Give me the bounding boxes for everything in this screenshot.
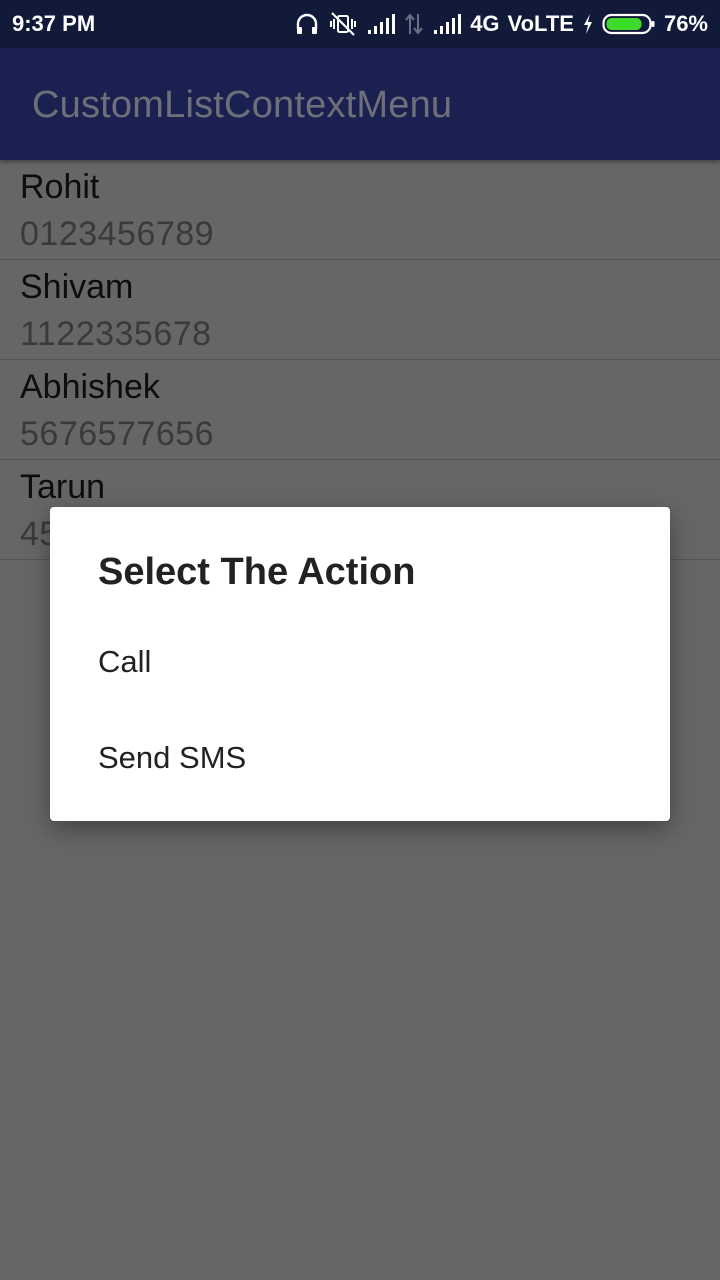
contact-list: Rohit 0123456789 Shivam 1122335678 Abhis… — [0, 160, 720, 560]
network-type: 4G — [470, 11, 500, 36]
send-sms-option[interactable]: Send SMS — [50, 710, 670, 806]
contact-name: Shivam — [20, 268, 134, 306]
contact-phone: 0123456789 — [20, 215, 215, 253]
list-item[interactable]: Rohit 0123456789 — [0, 160, 720, 260]
contact-phone: 1122335678 — [20, 315, 212, 353]
signal-icon — [366, 12, 396, 36]
charging-bolt-icon — [582, 13, 594, 35]
data-arrows-icon — [404, 12, 424, 36]
status-icons: 4G VoLTE 76% — [294, 11, 708, 37]
contact-name: Tarun — [20, 468, 106, 506]
headphones-icon — [294, 11, 320, 37]
contact-phone: 5676577656 — [20, 415, 215, 453]
call-option[interactable]: Call — [50, 614, 670, 710]
app-bar: CustomListContextMenu — [0, 48, 720, 160]
vibrate-off-icon — [328, 11, 358, 37]
volte-label: VoLTE — [507, 11, 574, 36]
list-item[interactable]: Shivam 1122335678 — [0, 260, 720, 360]
battery-percent: 76% — [663, 11, 708, 36]
battery-icon — [602, 12, 656, 36]
dialog-title: Select The Action — [98, 551, 416, 593]
status-bar: 9:37 PM 4G VoLTE 76% — [0, 0, 720, 48]
status-time: 9:37 PM — [12, 11, 96, 36]
context-menu-dialog: Select The Action Call Send SMS — [50, 507, 670, 821]
signal-icon — [432, 12, 462, 36]
list-item[interactable]: Abhishek 5676577656 — [0, 360, 720, 460]
contact-name: Rohit — [20, 168, 100, 206]
app-title: CustomListContextMenu — [32, 84, 453, 126]
contact-name: Abhishek — [20, 368, 160, 406]
